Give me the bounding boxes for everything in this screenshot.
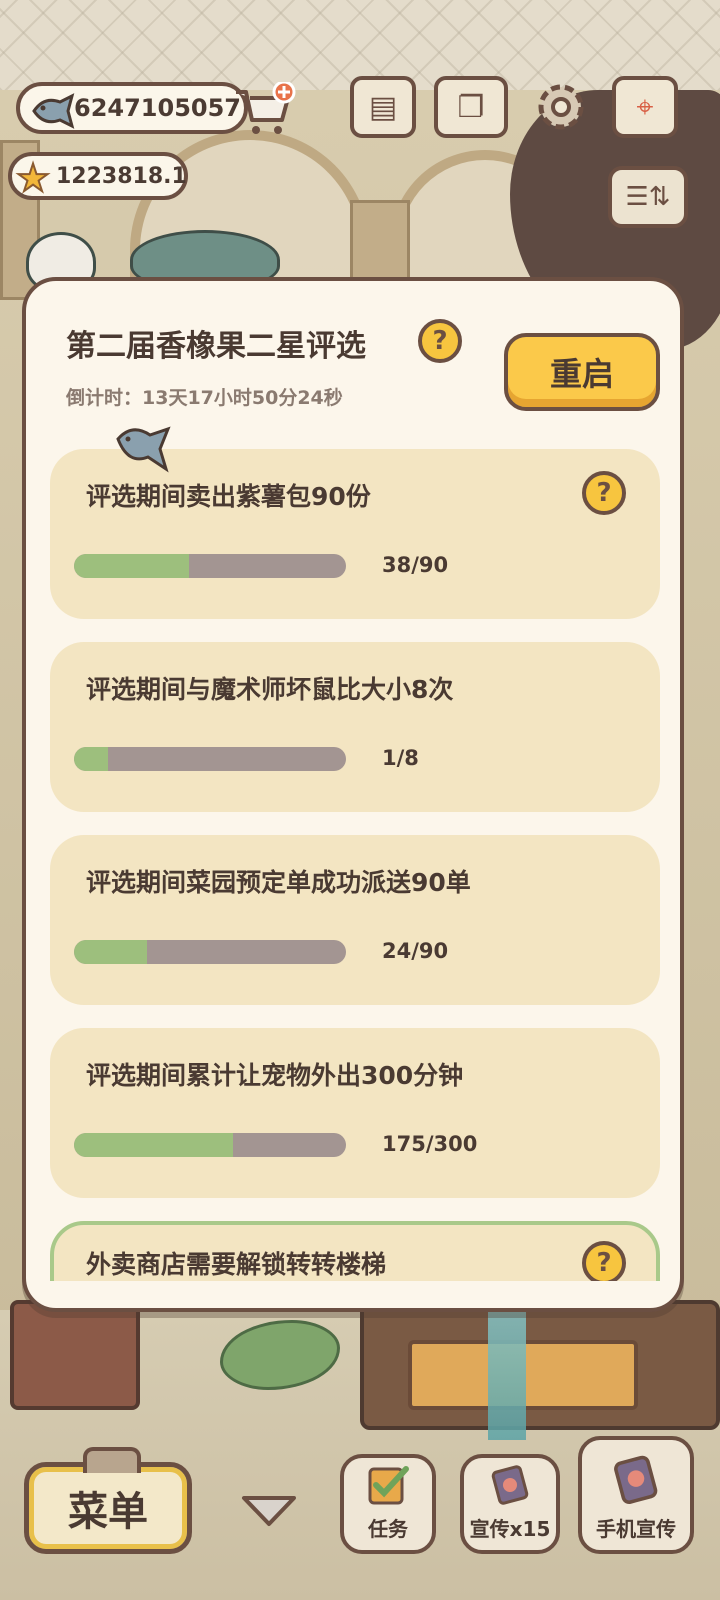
- task-card-unlock: 外卖商店需要解锁转转楼梯 ?: [50, 1221, 660, 1281]
- progress-fill: [74, 1133, 233, 1157]
- progress-bar: [74, 747, 346, 771]
- fish-currency-value: 6247105057: [74, 94, 241, 122]
- evaluation-modal: 第二届香橡果二星评选 ? 倒计时：13天17小时50分24秒 重启 评选期间卖出…: [22, 277, 684, 1312]
- task-card: 评选期间累计让宠物外出300分钟 175/300: [50, 1028, 660, 1198]
- progress-bar: [74, 554, 346, 578]
- chevron-down-icon[interactable]: [240, 1492, 298, 1528]
- gear-icon: [538, 84, 584, 130]
- progress-text: 175/300: [382, 1132, 478, 1156]
- progress-fill: [74, 747, 108, 771]
- promote-button[interactable]: 宣传x15: [460, 1454, 560, 1554]
- task-label: 评选期间与魔术师坏鼠比大小8次: [86, 675, 454, 704]
- task-label: 评选期间卖出紫薯包90份: [86, 482, 371, 511]
- question-icon[interactable]: ?: [582, 471, 626, 515]
- task-card: 评选期间与魔术师坏鼠比大小8次 1/8: [50, 642, 660, 812]
- progress-fill: [74, 554, 189, 578]
- newspaper-icon: ▤: [368, 89, 398, 125]
- waterfall-decoration: [488, 1290, 526, 1440]
- progress-bar: [74, 940, 346, 964]
- sort-arrows-icon: ☰⇅: [625, 182, 671, 212]
- progress-text: 24/90: [382, 939, 449, 963]
- task-list: 评选期间卖出紫薯包90份 ? 38/90 评选期间与魔术师坏鼠比大小8次 1/8…: [50, 449, 660, 1281]
- map-button[interactable]: ⌖: [612, 76, 678, 138]
- star-currency-value: 1223818.1: [56, 163, 187, 189]
- phone-promote-label: 手机宣传: [596, 1517, 676, 1541]
- tasks-label: 任务: [368, 1517, 408, 1541]
- progress-bar: [74, 1133, 346, 1157]
- table-decoration: [10, 1300, 140, 1410]
- fish-icon: [116, 426, 171, 473]
- question-icon[interactable]: ?: [418, 319, 462, 363]
- phone-promote-button[interactable]: 手机宣传: [578, 1436, 694, 1554]
- countdown-text: 倒计时：13天17小时50分24秒: [66, 387, 343, 409]
- tasks-button[interactable]: 任务: [340, 1454, 436, 1554]
- star-currency-display: ★ 1223818.1: [8, 152, 188, 200]
- task-label: 评选期间累计让宠物外出300分钟: [86, 1061, 464, 1090]
- modal-title: 第二届香橡果二星评选: [66, 329, 366, 364]
- map-pin-icon: ⌖: [636, 89, 654, 125]
- newspaper-button[interactable]: ▤: [350, 76, 416, 138]
- progress-text: 38/90: [382, 553, 449, 577]
- promote-label: 宣传x15: [469, 1517, 551, 1541]
- task-card: 评选期间菜园预定单成功派送90单 24/90: [50, 835, 660, 1005]
- shop-cart-button[interactable]: [232, 82, 296, 138]
- menu-button[interactable]: 菜单: [24, 1447, 192, 1554]
- task-label: 评选期间菜园预定单成功派送90单: [86, 868, 471, 897]
- fish-currency-display: 6247105057: [16, 82, 248, 134]
- progress-text: 1/8: [382, 746, 419, 770]
- book-icon: ❐: [457, 89, 485, 125]
- task-label: 外卖商店需要解锁转转楼梯: [86, 1250, 387, 1279]
- restart-button[interactable]: 重启: [504, 333, 660, 411]
- question-icon[interactable]: ?: [582, 1241, 626, 1281]
- menu-label: 菜单: [68, 1489, 148, 1535]
- star-icon: ★: [15, 156, 51, 200]
- settings-button[interactable]: [528, 76, 594, 138]
- phone-promo-icon: [614, 1455, 658, 1504]
- promo-card-icon: [491, 1465, 529, 1505]
- checklist-icon: [368, 1466, 409, 1505]
- sort-toggle-button[interactable]: ☰⇅: [608, 166, 688, 228]
- progress-fill: [74, 940, 147, 964]
- fish-icon: [32, 93, 75, 129]
- recipe-book-button[interactable]: ❐: [434, 76, 508, 138]
